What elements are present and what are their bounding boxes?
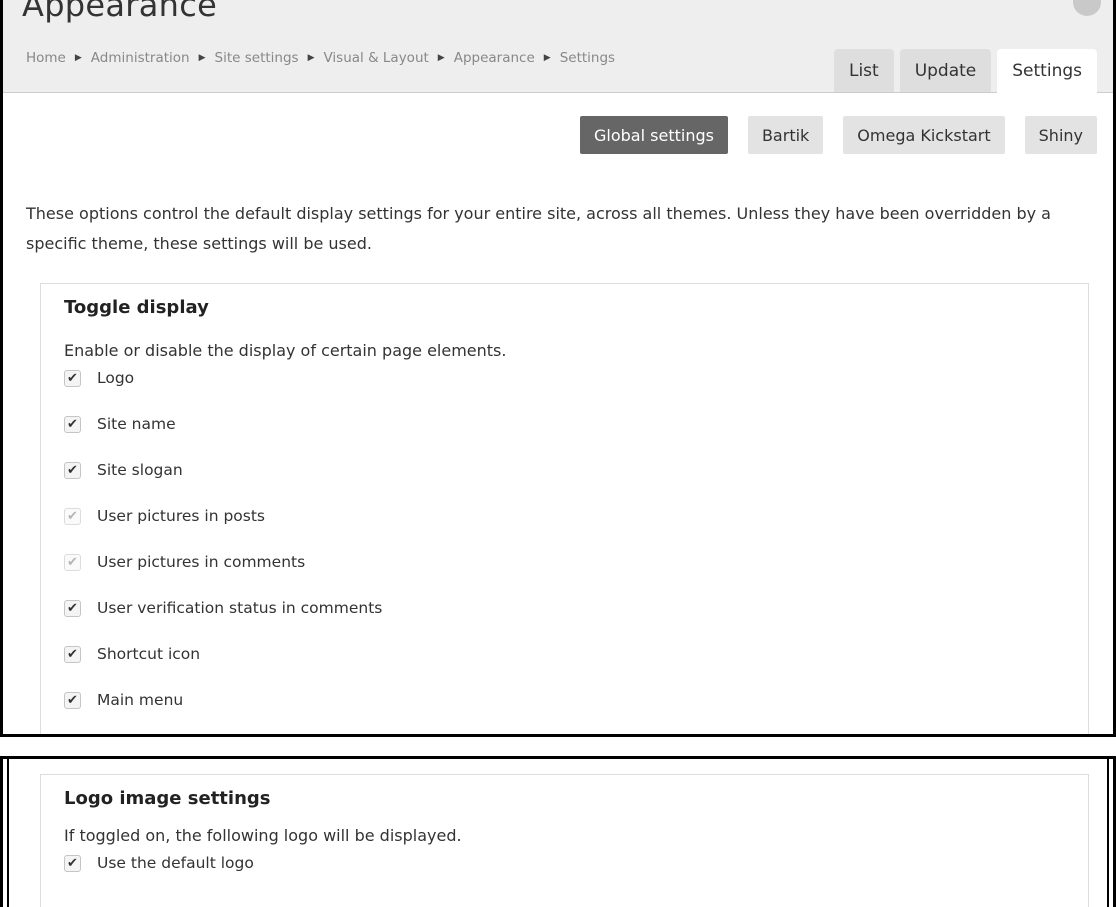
checkbox-box: ✔: [64, 553, 81, 571]
check-icon: ✔: [67, 692, 78, 708]
checkbox-label: Use the default logo: [97, 854, 254, 872]
theme-tab-shiny[interactable]: Shiny: [1024, 116, 1097, 154]
checkbox-site-name[interactable]: ✔ Site name: [64, 415, 176, 433]
checkbox-label: User pictures in comments: [97, 553, 306, 571]
settings-panel-top: Appearance Home ▶ Administration ▶ Site …: [0, 0, 1116, 737]
fieldset-description: Enable or disable the display of certain…: [64, 341, 507, 360]
theme-tab-omega-kickstart[interactable]: Omega Kickstart: [843, 116, 1005, 154]
checkbox-label: Logo: [97, 369, 135, 387]
checkbox-shortcut-icon[interactable]: ✔ Shortcut icon: [64, 645, 200, 663]
page-title: Appearance: [22, 0, 218, 24]
checkbox-label: Site name: [97, 415, 176, 433]
tab-list[interactable]: List: [833, 49, 894, 92]
page-header: Appearance Home ▶ Administration ▶ Site …: [3, 0, 1113, 93]
checkbox-user-pictures-posts: ✔ User pictures in posts: [64, 507, 265, 525]
checkbox-use-default-logo[interactable]: ✔ Use the default logo: [64, 854, 254, 872]
checkbox-label: User pictures in posts: [97, 507, 266, 525]
checkbox-box[interactable]: ✔: [64, 415, 81, 433]
close-overlay-button[interactable]: [1073, 0, 1101, 16]
checkbox-box[interactable]: ✔: [64, 691, 81, 709]
check-icon: ✔: [67, 855, 78, 871]
fieldset-legend[interactable]: Toggle display: [64, 297, 209, 318]
checkbox-box[interactable]: ✔: [64, 461, 81, 479]
fieldset-description: If toggled on, the following logo will b…: [64, 826, 462, 845]
breadcrumb-visual-layout[interactable]: Visual & Layout: [323, 50, 428, 66]
checkbox-label: User verification status in comments: [97, 599, 383, 617]
checkbox-box[interactable]: ✔: [64, 599, 81, 617]
check-icon: ✔: [67, 416, 78, 432]
checkbox-label: Main menu: [97, 691, 184, 709]
breadcrumb-settings[interactable]: Settings: [560, 50, 615, 66]
checkbox-label: Shortcut icon: [97, 645, 201, 663]
checkbox-label: Site slogan: [97, 461, 183, 479]
triangle-right-icon: ▶: [74, 53, 82, 63]
fieldset-legend[interactable]: Logo image settings: [64, 788, 271, 809]
primary-tabs: List Update Settings: [833, 49, 1097, 93]
checkbox-box[interactable]: ✔: [64, 854, 81, 872]
check-icon: ✔: [67, 370, 78, 386]
check-icon: ✔: [67, 646, 78, 662]
checkbox-box[interactable]: ✔: [64, 369, 81, 387]
settings-panel-bottom: Logo image settings If toggled on, the f…: [0, 756, 1116, 907]
checkbox-box: ✔: [64, 507, 81, 525]
check-icon: ✔: [67, 600, 78, 616]
breadcrumb: Home ▶ Administration ▶ Site settings ▶ …: [26, 50, 615, 66]
check-icon: ✔: [67, 462, 78, 478]
logo-image-settings-fieldset: Logo image settings If toggled on, the f…: [40, 774, 1089, 907]
theme-tab-global-settings[interactable]: Global settings: [580, 116, 728, 154]
breadcrumb-appearance[interactable]: Appearance: [454, 50, 535, 66]
checkbox-user-verification-status[interactable]: ✔ User verification status in comments: [64, 599, 382, 617]
theme-tabs: Global settings Bartik Omega Kickstart S…: [580, 116, 1097, 154]
check-icon: ✔: [67, 554, 78, 570]
breadcrumb-administration[interactable]: Administration: [91, 50, 190, 66]
triangle-right-icon: ▶: [307, 53, 315, 63]
tab-update[interactable]: Update: [899, 49, 992, 92]
checkbox-site-slogan[interactable]: ✔ Site slogan: [64, 461, 183, 479]
checkbox-logo[interactable]: ✔ Logo: [64, 369, 134, 387]
tab-settings[interactable]: Settings: [997, 49, 1097, 93]
toggle-display-fieldset: Toggle display Enable or disable the dis…: [40, 283, 1089, 734]
breadcrumb-home[interactable]: Home: [26, 50, 66, 66]
triangle-right-icon: ▶: [437, 53, 445, 63]
checkbox-box[interactable]: ✔: [64, 645, 81, 663]
page-description: These options control the default displa…: [26, 204, 1051, 253]
checkbox-user-pictures-comments: ✔ User pictures in comments: [64, 553, 305, 571]
triangle-right-icon: ▶: [543, 53, 551, 63]
checkbox-main-menu[interactable]: ✔ Main menu: [64, 691, 183, 709]
triangle-right-icon: ▶: [198, 53, 206, 63]
breadcrumb-site-settings[interactable]: Site settings: [215, 50, 299, 66]
check-icon: ✔: [67, 508, 78, 524]
theme-tab-bartik[interactable]: Bartik: [747, 116, 824, 154]
